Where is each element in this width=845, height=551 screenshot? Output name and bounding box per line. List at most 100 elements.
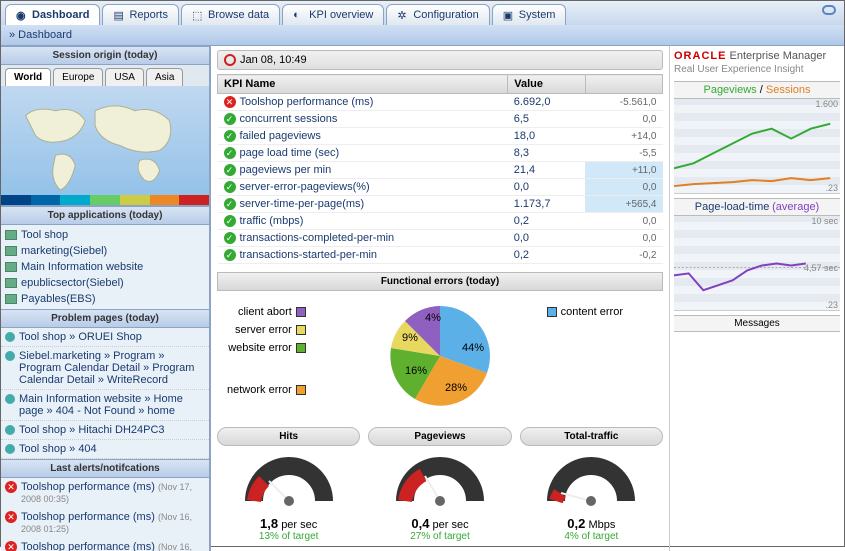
page-icon (5, 425, 15, 435)
tab-kpi[interactable]: ◐KPI overview (282, 4, 384, 25)
pie-chart[interactable]: client abort server error website error … (217, 291, 663, 421)
svg-text:9%: 9% (402, 332, 418, 344)
page-icon (5, 332, 15, 342)
kpi-row[interactable]: ✓transactions-started-per-min0,2-0,2 (218, 247, 663, 264)
problem-item[interactable]: Tool shop » 404 (1, 440, 209, 459)
ok-icon: ✓ (224, 147, 236, 159)
gauge-hits[interactable]: Hits 1,8 per sec 13% of target (217, 427, 360, 542)
breadcrumb: » Dashboard (1, 25, 844, 46)
spark2-chart[interactable]: 10 sec 4,57 sec .23 (674, 216, 840, 311)
timestamp-bar: Jan 08, 10:49 (217, 50, 663, 70)
ok-icon: ✓ (224, 130, 236, 142)
kpi-col-name[interactable]: KPI Name (218, 75, 508, 94)
problem-list: Tool shop » ORUEI Shop Siebel.marketing … (1, 328, 209, 459)
kpi-col-value[interactable]: Value (508, 75, 585, 94)
problem-pages-header: Problem pages (today) (1, 309, 209, 328)
tab-dashboard[interactable]: ◉Dashboard (5, 4, 100, 25)
tab-config[interactable]: ✲Configuration (386, 4, 489, 25)
problem-item[interactable]: Main Information website » Home page » 4… (1, 390, 209, 421)
svg-text:28%: 28% (445, 382, 467, 394)
brand-sub: Real User Experience Insight (674, 64, 840, 75)
session-origin-header: Session origin (today) (1, 46, 209, 65)
page-icon (5, 351, 15, 361)
ok-icon: ✓ (224, 198, 236, 210)
kpi-icon: ◐ (293, 9, 305, 21)
svg-text:44%: 44% (462, 342, 484, 354)
system-icon: ▣ (503, 9, 515, 21)
main-content: Jan 08, 10:49 KPI NameValue ✕Toolshop pe… (211, 46, 669, 551)
timestamp-text: Jan 08, 10:49 (240, 54, 307, 66)
sidebar: Session origin (today) World Europe USA … (1, 46, 211, 551)
kpi-row[interactable]: ✓pageviews per min21,4+11,0 (218, 162, 663, 179)
map-tab-world[interactable]: World (5, 68, 51, 86)
ok-icon: ✓ (224, 181, 236, 193)
map-tab-usa[interactable]: USA (105, 68, 144, 86)
world-map[interactable] (1, 86, 209, 206)
app-list: Tool shop marketing(Siebel) Main Informa… (1, 225, 209, 309)
gauges-row: Hits 1,8 per sec 13% of target Pageviews… (217, 427, 663, 542)
ok-icon: ✓ (224, 232, 236, 244)
alert-item[interactable]: ✕Toolshop performance (ms) (Nov 17, 2008… (1, 478, 209, 508)
app-item[interactable]: Payables(EBS) (5, 291, 205, 307)
alert-item[interactable]: ✕Toolshop performance (ms) (Nov 16, 2008… (1, 508, 209, 538)
tab-system[interactable]: ▣System (492, 4, 567, 25)
gauge-pageviews[interactable]: Pageviews 0,4 per sec 27% of target (368, 427, 511, 542)
kpi-row[interactable]: ✕Toolshop performance (ms)6.692,0-5.561,… (218, 94, 663, 111)
spark1-chart[interactable]: 1.600 .23 (674, 99, 840, 194)
browse-icon: ⬚ (192, 9, 204, 21)
config-icon: ✲ (397, 9, 409, 21)
map-tab-asia[interactable]: Asia (146, 68, 183, 86)
app-icon (5, 262, 17, 272)
app-icon (5, 230, 17, 240)
error-icon: ✕ (5, 511, 17, 523)
app-icon (5, 246, 17, 256)
functional-errors-header: Functional errors (today) (217, 272, 663, 291)
kpi-row[interactable]: ✓failed pageviews18,0+14,0 (218, 128, 663, 145)
kpi-row[interactable]: ✓traffic (mbps)0,20,0 (218, 213, 663, 230)
map-tab-europe[interactable]: Europe (53, 68, 103, 86)
app-item[interactable]: Tool shop (5, 227, 205, 243)
reports-icon: ▤ (113, 9, 125, 21)
problem-item[interactable]: Tool shop » Hitachi DH24PC3 (1, 421, 209, 440)
ok-icon: ✓ (224, 249, 236, 261)
alerts-header: Last alerts/notifcations (1, 459, 209, 478)
error-icon: ✕ (5, 481, 17, 493)
main-tabs: ◉Dashboard ▤Reports ⬚Browse data ◐KPI ov… (1, 1, 844, 25)
svg-text:16%: 16% (405, 365, 427, 377)
ok-icon: ✓ (224, 164, 236, 176)
app-icon (5, 294, 17, 304)
pie-legend-left: client abort server error website error … (227, 306, 306, 402)
pill-icon (822, 5, 836, 15)
clock-icon (224, 54, 236, 66)
kpi-row[interactable]: ✓transactions-completed-per-min0,00,0 (218, 230, 663, 247)
app-item[interactable]: epublicsector(Siebel) (5, 275, 205, 291)
brand: ORACLE Enterprise Manager (674, 50, 840, 62)
pie-legend-right: content error (547, 306, 623, 318)
ok-icon: ✓ (224, 113, 236, 125)
top-apps-header: Top applications (today) (1, 206, 209, 225)
page-icon (5, 444, 15, 454)
gauge-traffic[interactable]: Total-traffic 0,2 Mbps 4% of target (520, 427, 663, 542)
tab-browse[interactable]: ⬚Browse data (181, 4, 280, 25)
kpi-table: KPI NameValue ✕Toolshop performance (ms)… (217, 74, 663, 264)
tab-reports[interactable]: ▤Reports (102, 4, 179, 25)
error-icon: ✕ (224, 96, 236, 108)
problem-item[interactable]: Siebel.marketing » Program » Program Cal… (1, 347, 209, 390)
app-icon (5, 278, 17, 288)
problem-item[interactable]: Tool shop » ORUEI Shop (1, 328, 209, 347)
app-item[interactable]: marketing(Siebel) (5, 243, 205, 259)
kpi-row[interactable]: ✓server-time-per-page(ms)1.173,7+565,4 (218, 196, 663, 213)
dashboard-icon: ◉ (16, 9, 28, 21)
alert-item[interactable]: ✕Toolshop performance (ms) (Nov 16, 2008… (1, 538, 209, 551)
page-icon (5, 394, 15, 404)
kpi-row[interactable]: ✓server-error-pageviews(%)0,00,0 (218, 179, 663, 196)
spark2-header: Page-load-time (average) (674, 198, 840, 216)
svg-text:4%: 4% (425, 312, 441, 324)
ok-icon: ✓ (224, 215, 236, 227)
kpi-row[interactable]: ✓concurrent sessions6,50,0 (218, 111, 663, 128)
right-column: ORACLE Enterprise Manager Real User Expe… (669, 46, 844, 551)
error-icon: ✕ (5, 541, 17, 551)
kpi-row[interactable]: ✓page load time (sec)8,3-5,5 (218, 145, 663, 162)
app-item[interactable]: Main Information website (5, 259, 205, 275)
messages-header: Messages (674, 315, 840, 332)
